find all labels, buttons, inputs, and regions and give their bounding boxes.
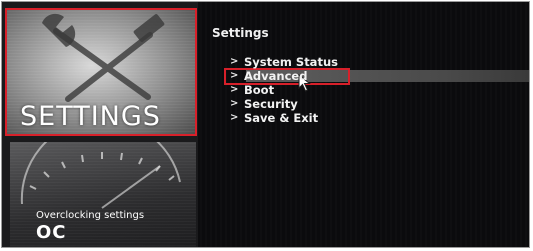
menu-item-security[interactable]: > Security [226, 97, 529, 111]
settings-menu: > System Status > Advanced > Boot > Secu… [226, 55, 529, 125]
menu-item-label: Save & Exit [244, 111, 319, 125]
settings-tile-label: SETTINGS [20, 101, 161, 132]
bios-screen-frame: SETTINGS Overclocking settings OC Settin… [1, 1, 530, 248]
menu-item-label: System Status [244, 55, 338, 69]
speedometer-gauge-icon [20, 142, 181, 209]
menu-item-label: Security [244, 97, 298, 111]
chevron-right-icon: > [230, 98, 239, 109]
panel-title: Settings [212, 26, 269, 40]
chevron-right-icon: > [230, 56, 239, 67]
wrench-hammer-icon [42, 13, 165, 102]
menu-item-label: Advanced [244, 69, 308, 83]
menu-item-boot[interactable]: > Boot [226, 83, 529, 97]
menu-item-label: Boot [244, 83, 275, 97]
chevron-right-icon: > [230, 84, 239, 95]
left-tile-column: SETTINGS Overclocking settings OC [2, 2, 198, 247]
menu-item-advanced[interactable]: > Advanced [226, 69, 529, 83]
settings-tile[interactable]: SETTINGS [5, 8, 197, 136]
oc-tile-subtitle: Overclocking settings [36, 210, 145, 221]
menu-item-save-exit[interactable]: > Save & Exit [226, 111, 529, 125]
menu-item-system-status[interactable]: > System Status [226, 55, 529, 69]
oc-tile[interactable]: Overclocking settings OC [10, 142, 196, 247]
oc-tile-label: OC [36, 222, 67, 243]
chevron-right-icon: > [230, 112, 239, 123]
settings-panel: Settings > System Status > Advanced > Bo… [200, 2, 529, 247]
